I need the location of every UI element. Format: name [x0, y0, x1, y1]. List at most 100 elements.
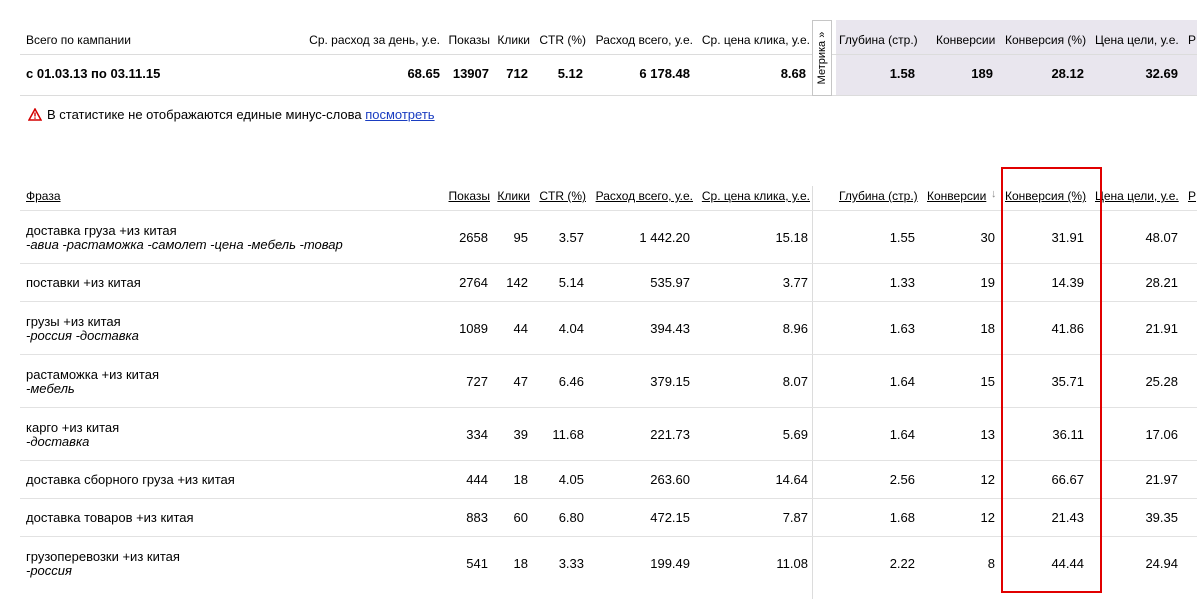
row-conversions: 18: [980, 320, 995, 336]
col-header-goal-price[interactable]: Цена цели, у.е.: [1095, 189, 1179, 203]
row-avg-cpc: 8.96: [782, 320, 808, 336]
row-goal-price: 21.91: [1145, 320, 1178, 336]
row-clicks: 60: [513, 510, 528, 525]
row-minus-words: -доставка: [26, 433, 90, 449]
summary-ctr: 5.12: [557, 66, 583, 81]
row-phrase-text: доставка товаров +из китая: [26, 510, 194, 525]
col-header-impressions[interactable]: Показы: [449, 189, 490, 203]
col-header-avg-cpc[interactable]: Ср. цена клика, у.е.: [702, 189, 810, 203]
row-conversions: 13: [980, 426, 995, 442]
conversion-highlight-frame: [1001, 167, 1102, 593]
row-clicks: 18: [513, 472, 528, 487]
row-impressions: 541: [466, 555, 488, 571]
row-phrase: грузоперевозки +из китая -россия: [26, 549, 180, 578]
row-total-spend: 199.49: [650, 555, 690, 571]
metrika-toggle-label: Метрика »: [816, 31, 828, 85]
col-header-phrase[interactable]: Фраза: [26, 189, 61, 203]
row-minus-words: -россия: [26, 562, 72, 578]
row-clicks: 18: [513, 555, 528, 571]
row-ctr: 4.05: [558, 472, 584, 487]
summary-bottom-divider: [20, 95, 1197, 96]
sort-arrow-icon: ↓: [991, 188, 997, 200]
row-conversions: 12: [980, 472, 995, 487]
summary-impressions: 13907: [452, 66, 489, 81]
summary-header-impressions: Показы: [448, 33, 490, 47]
row-phrase: доставка товаров +из китая: [26, 511, 194, 525]
row-goal-price: 24.94: [1145, 555, 1178, 571]
row-phrase: доставка груза +из китая -авиа -растаможк…: [26, 222, 343, 252]
warning-triangle-icon: [27, 107, 43, 121]
row-impressions: 883: [466, 510, 488, 525]
row-impressions: 2764: [459, 275, 488, 290]
row-impressions: 2658: [459, 229, 488, 245]
row-phrase-text: грузы +из китая: [26, 313, 121, 329]
row-total-spend: 535.97: [650, 275, 690, 290]
summary-total-spend: 6 178.48: [639, 66, 690, 81]
row-ctr: 5.14: [558, 275, 584, 290]
summary-header-depth: Глубина (стр.): [839, 33, 918, 47]
row-phrase-text: доставка сборного груза +из китая: [26, 472, 235, 487]
summary-divider: [20, 54, 1197, 55]
row-goal-price: 21.97: [1145, 472, 1178, 487]
row-minus-words: -россия -доставка: [26, 327, 139, 343]
summary-header-ctr: CTR (%): [539, 33, 586, 47]
row-goal-price: 39.35: [1145, 510, 1178, 525]
row-avg-cpc: 8.07: [782, 373, 808, 389]
row-total-spend: 221.73: [650, 426, 690, 442]
summary-avg-cpc: 8.68: [780, 66, 806, 81]
col-header-clicks[interactable]: Клики: [497, 189, 530, 203]
col-header-ctr[interactable]: CTR (%): [539, 189, 586, 203]
row-total-spend: 472.15: [650, 510, 690, 525]
row-clicks: 39: [513, 426, 528, 442]
summary-header-goal-price: Цена цели, у.е.: [1095, 33, 1179, 47]
row-depth: 1.64: [889, 426, 915, 442]
summary-clicks: 712: [506, 66, 528, 81]
col-header-conversions[interactable]: Конверсии: [927, 189, 986, 203]
row-avg-cpc: 7.87: [782, 510, 808, 525]
summary-period: с 01.03.13 по 03.11.15: [26, 66, 161, 81]
row-phrase: карго +из китая -доставка: [26, 420, 119, 449]
row-ctr: 4.04: [558, 320, 584, 336]
summary-conversions: 189: [971, 66, 993, 81]
col-header-depth[interactable]: Глубина (стр.): [839, 189, 918, 203]
row-phrase: поставки +из китая: [26, 276, 141, 290]
row-depth: 1.33: [889, 275, 915, 290]
summary-conv-rate: 28.12: [1051, 66, 1084, 81]
summary-header-avg-daily: Ср. расход за день, у.е.: [309, 33, 440, 47]
row-ctr: 6.46: [558, 373, 584, 389]
row-phrase-text: поставки +из китая: [26, 275, 141, 290]
row-goal-price: 25.28: [1145, 373, 1178, 389]
summary-avg-daily: 68.65: [407, 66, 440, 81]
warning-text: В статистике не отображаются единые мину…: [47, 107, 362, 122]
col-header-cut-column[interactable]: Р: [1188, 189, 1196, 203]
row-impressions: 334: [466, 426, 488, 442]
summary-header-label: Всего по кампании: [26, 33, 131, 47]
row-clicks: 142: [506, 275, 528, 290]
row-goal-price: 48.07: [1145, 229, 1178, 245]
row-impressions: 727: [466, 373, 488, 389]
row-total-spend: 263.60: [650, 472, 690, 487]
row-total-spend: 1 442.20: [639, 229, 690, 245]
row-conversions: 19: [980, 275, 995, 290]
warning-view-link[interactable]: посмотреть: [365, 107, 434, 122]
summary-header-conversions: Конверсии: [936, 33, 996, 47]
row-depth: 1.63: [889, 320, 915, 336]
row-conversions: 12: [980, 510, 995, 525]
col-header-total-spend[interactable]: Расход всего, у.е.: [596, 189, 693, 203]
minus-words-warning: В статистике не отображаются единые мину…: [27, 107, 435, 122]
row-ctr: 6.80: [558, 510, 584, 525]
metrika-columns-background: [836, 20, 1197, 96]
row-avg-cpc: 5.69: [782, 426, 808, 442]
row-ctr: 3.57: [558, 229, 584, 245]
row-conversions: 30: [980, 229, 995, 245]
row-goal-price: 28.21: [1145, 275, 1178, 290]
row-phrase-text: растаможка +из китая: [26, 366, 159, 382]
summary-header-cut-column: Р: [1188, 33, 1197, 47]
row-phrase: растаможка +из китая -мебель: [26, 366, 159, 396]
row-avg-cpc: 15.18: [775, 229, 808, 245]
row-phrase-text: доставка груза +из китая: [26, 222, 177, 238]
metrika-toggle-tab[interactable]: Метрика »: [812, 20, 832, 96]
row-conversions: 15: [980, 373, 995, 389]
row-avg-cpc: 14.64: [775, 472, 808, 487]
row-depth: 1.55: [889, 229, 915, 245]
